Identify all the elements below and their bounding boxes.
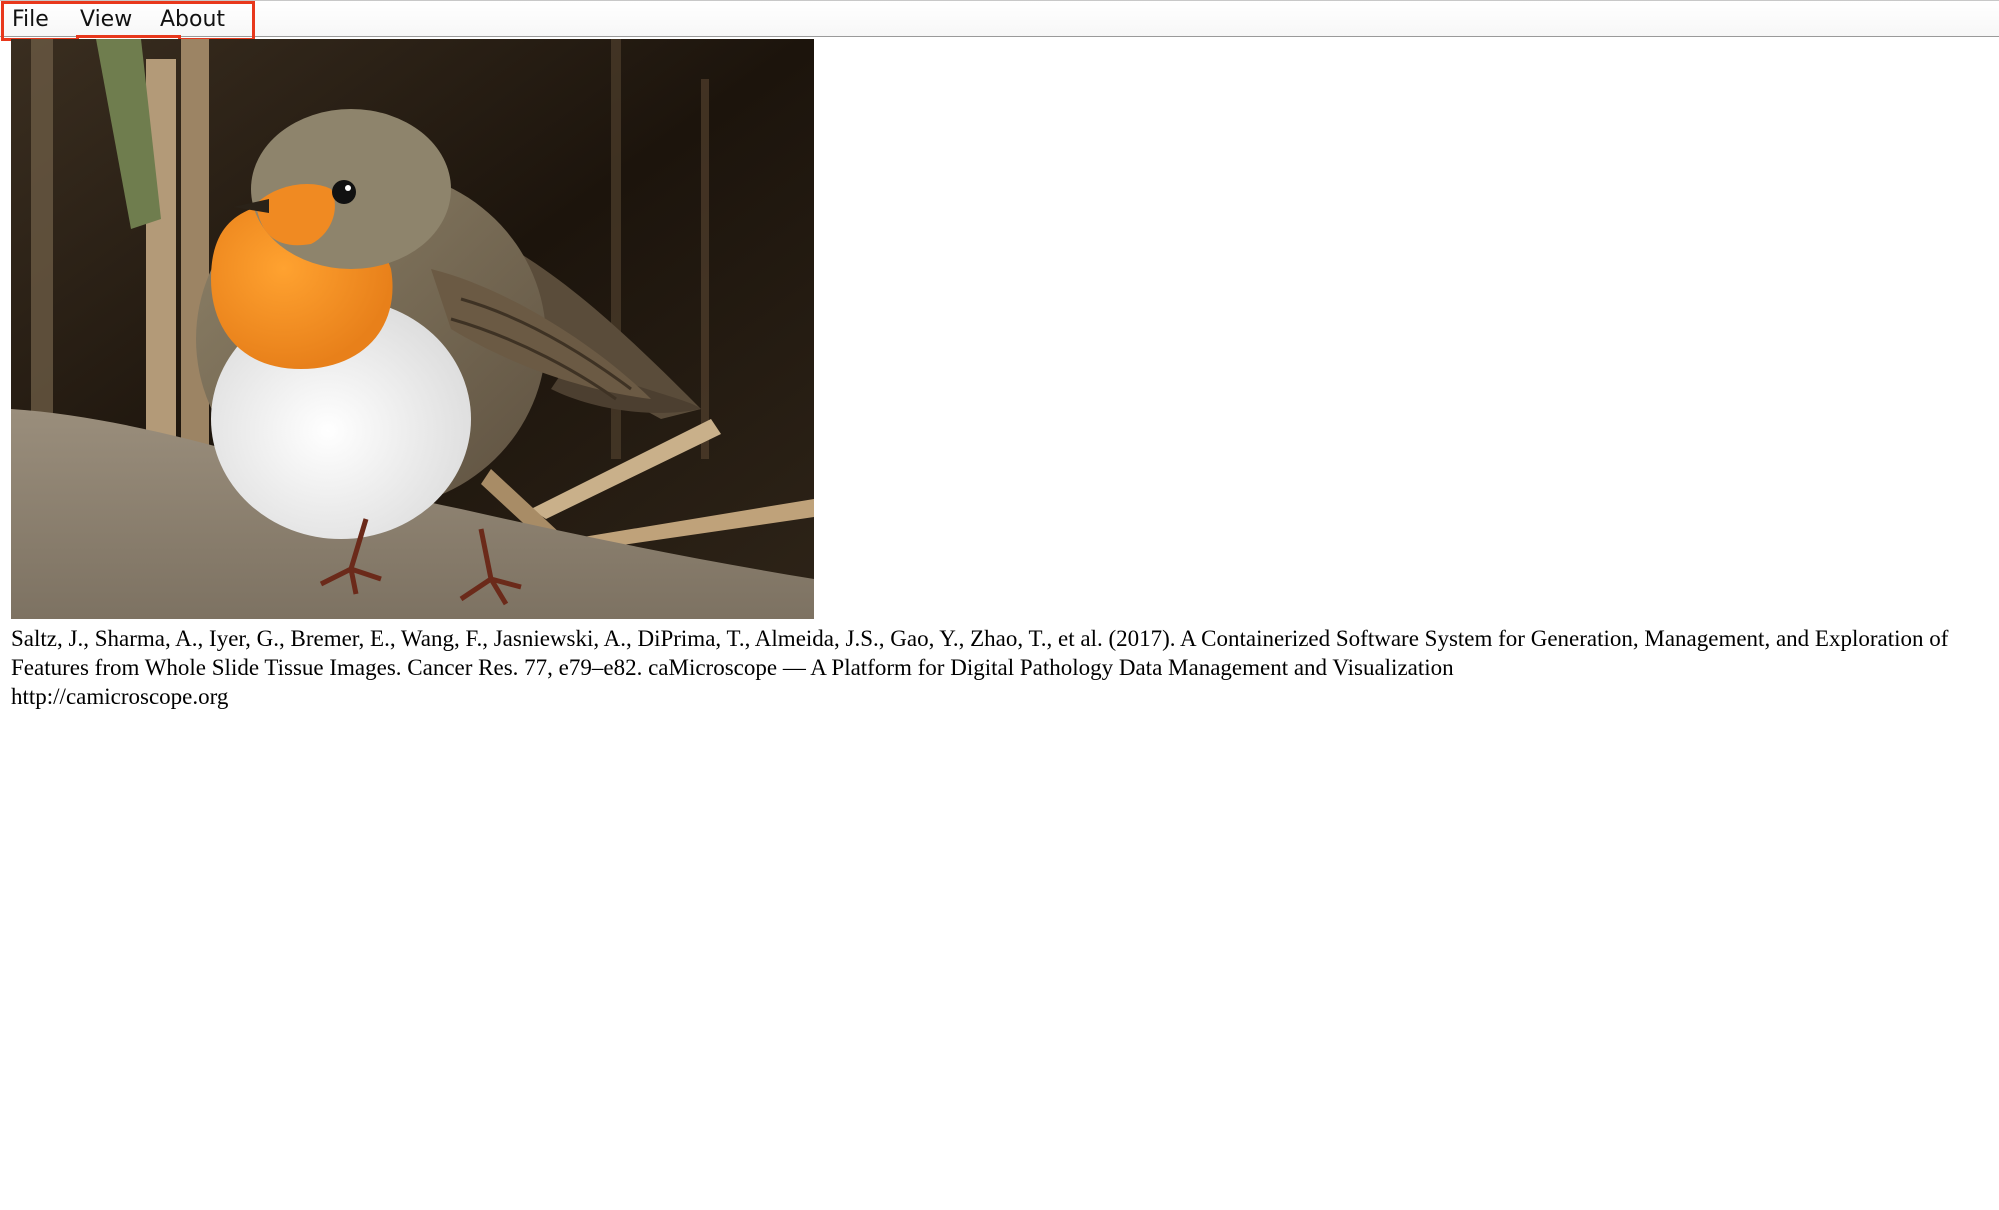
menu-bar: File View About	[0, 0, 1999, 37]
camicroscope-link[interactable]: http://camicroscope.org	[11, 682, 1991, 711]
citation-text: Saltz, J., Sharma, A., Iyer, G., Bremer,…	[11, 624, 1991, 711]
citation-reference: Saltz, J., Sharma, A., Iyer, G., Bremer,…	[11, 626, 1949, 680]
robin-photo	[11, 39, 814, 619]
